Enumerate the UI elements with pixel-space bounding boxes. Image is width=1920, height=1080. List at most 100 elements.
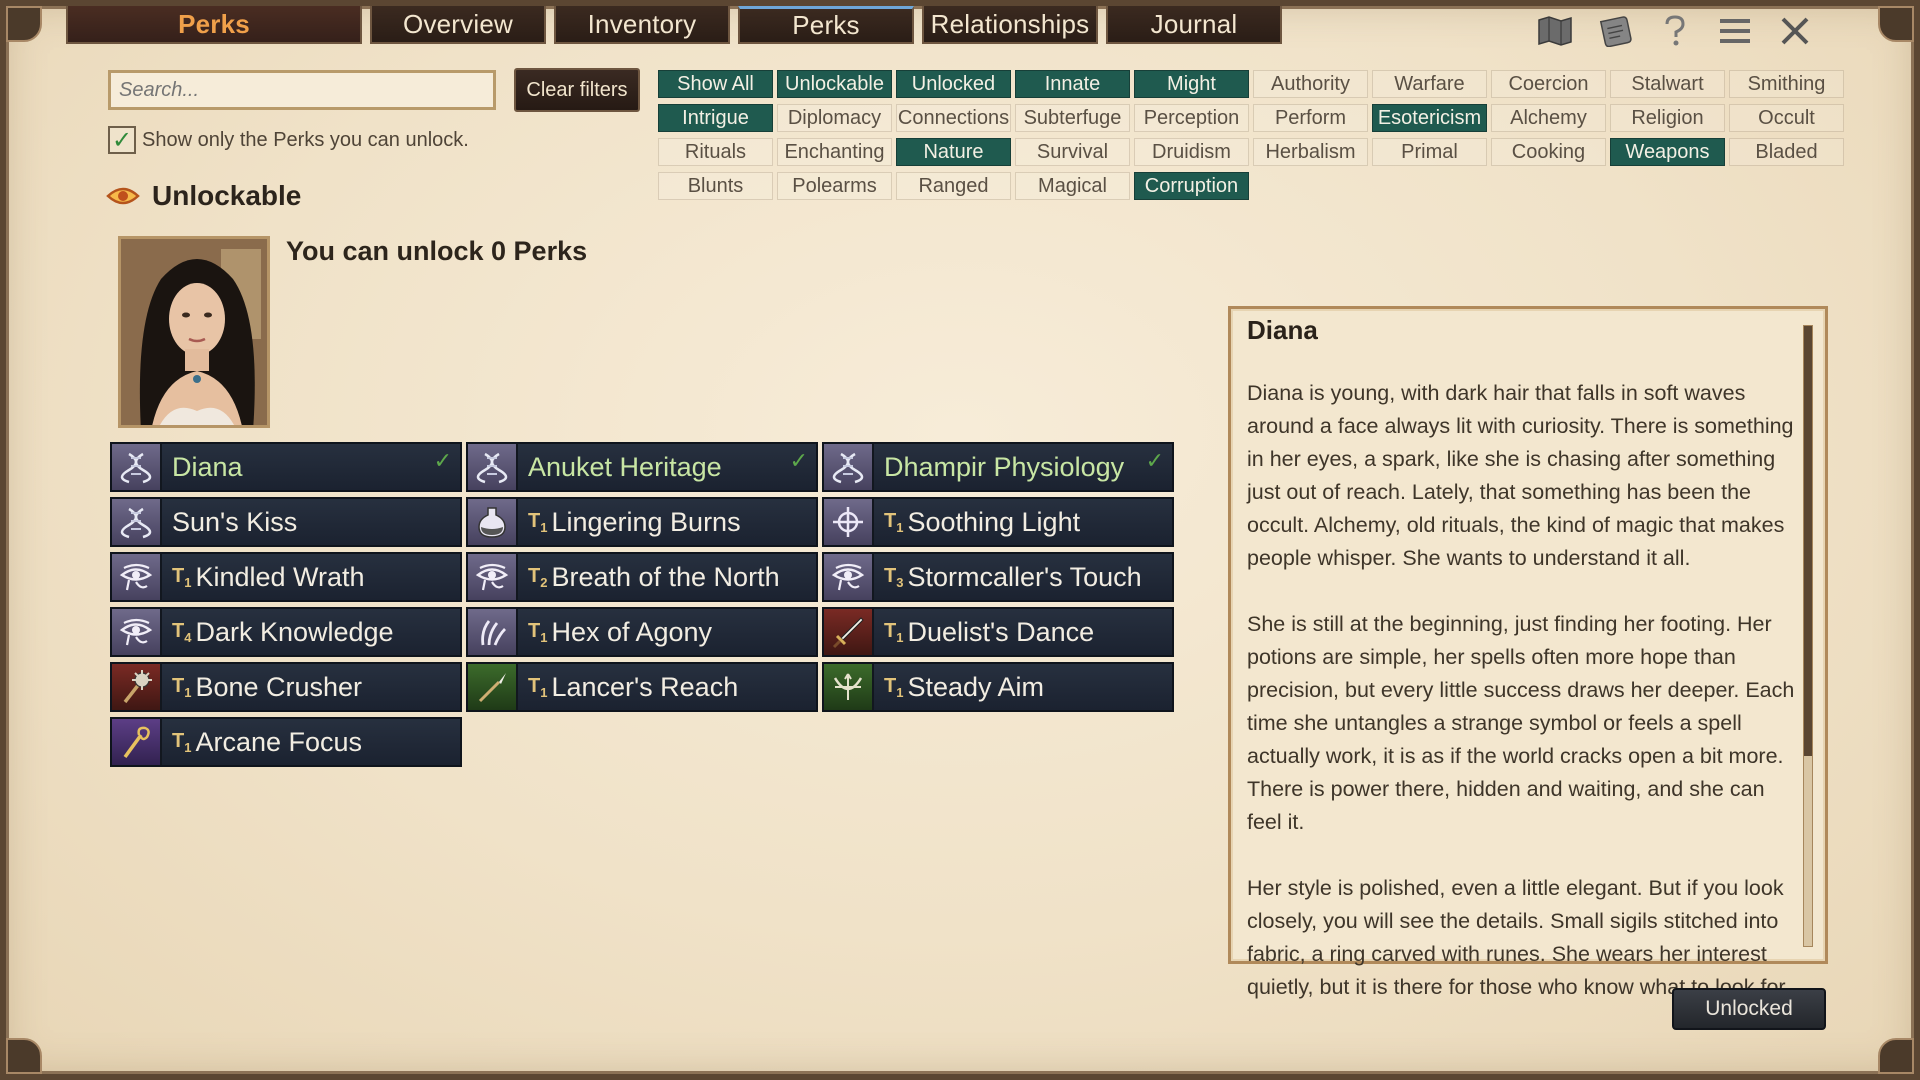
dna-icon [468,444,518,490]
filter-perform[interactable]: Perform [1253,104,1368,132]
filter-connections[interactable]: Connections [896,104,1011,132]
filter-subterfuge[interactable]: Subterfuge [1015,104,1130,132]
checkmark-icon: ✓ [789,448,808,473]
menu-icon[interactable] [1716,14,1754,48]
scrollbar-thumb[interactable] [1804,326,1812,756]
filter-weapons[interactable]: Weapons [1610,138,1725,166]
eye-of-horus-icon [112,554,162,600]
perk-item[interactable]: T1 Hex of Agony [466,607,818,657]
perk-tier-number: 1 [540,519,548,535]
filter-esotericism[interactable]: Esotericism [1372,104,1487,132]
dna-icon [824,444,874,490]
perk-name: Hex of Agony [551,616,713,647]
filter-herbalism[interactable]: Herbalism [1253,138,1368,166]
filter-show-all[interactable]: Show All [658,70,773,98]
filter-innate[interactable]: Innate [1015,70,1130,98]
filter-bladed[interactable]: Bladed [1729,138,1844,166]
tab-inventory[interactable]: Inventory [554,6,730,44]
checkbox[interactable]: ✓ [108,126,136,154]
perk-tier: T1 [172,729,192,755]
sword-icon [824,609,874,655]
unlocked-button[interactable]: Unlocked [1672,988,1826,1030]
perk-item[interactable]: T1 Arcane Focus [110,717,462,767]
help-icon[interactable] [1656,14,1694,48]
perk-tier: T3 [884,564,904,590]
perk-item[interactable]: T1 Steady Aim [822,662,1174,712]
dna-icon [112,499,162,545]
filter-cooking[interactable]: Cooking [1491,138,1606,166]
perk-item[interactable]: T1 Bone Crusher [110,662,462,712]
perk-item[interactable]: Diana ✓ [110,442,462,492]
perk-tier-number: 1 [896,519,904,535]
tab-journal[interactable]: Journal [1106,6,1282,44]
filter-corruption[interactable]: Corruption [1134,172,1249,200]
eye-of-horus-icon [468,554,518,600]
checkmark-icon: ✓ [1145,448,1164,473]
filter-occult[interactable]: Occult [1729,104,1844,132]
filter-survival[interactable]: Survival [1015,138,1130,166]
filter-magical[interactable]: Magical [1015,172,1130,200]
search-input[interactable] [108,70,496,110]
bow-icon [824,664,874,710]
perk-item[interactable]: T1 Lingering Burns [466,497,818,547]
filter-religion[interactable]: Religion [1610,104,1725,132]
window-frame: Perks Overview Inventory Perks Relations… [0,0,1920,1080]
perk-item[interactable]: T1 Kindled Wrath [110,552,462,602]
perk-item[interactable]: Sun's Kiss [110,497,462,547]
filter-druidism[interactable]: Druidism [1134,138,1249,166]
filter-unlockable[interactable]: Unlockable [777,70,892,98]
tab-relationships[interactable]: Relationships [922,6,1098,44]
perk-name: Dhampir Physiology [884,451,1125,482]
perk-tier: T1 [528,619,548,645]
perk-item[interactable]: T3 Stormcaller's Touch [822,552,1174,602]
filter-stalwart[interactable]: Stalwart [1610,70,1725,98]
perk-name: Duelist's Dance [907,616,1095,647]
perk-name: Stormcaller's Touch [907,561,1142,592]
perk-item[interactable]: T1 Soothing Light [822,497,1174,547]
filter-diplomacy[interactable]: Diplomacy [777,104,892,132]
perk-item[interactable]: T4 Dark Knowledge [110,607,462,657]
perk-item[interactable]: T2 Breath of the North [466,552,818,602]
perk-grid: Diana ✓ Anuket Heritage ✓ Dhampir Physiology… [110,442,1174,767]
tab-overview[interactable]: Overview [370,6,546,44]
description-scrollbar[interactable] [1803,325,1813,947]
filter-warfare[interactable]: Warfare [1372,70,1487,98]
map-icon[interactable] [1536,14,1574,48]
filter-polearms[interactable]: Polearms [777,172,892,200]
tab-perks[interactable]: Perks [738,6,914,44]
filter-might[interactable]: Might [1134,70,1249,98]
filter-unlocked[interactable]: Unlocked [896,70,1011,98]
only-unlockable-label: Show only the Perks you can unlock. [142,128,469,151]
description-body: Diana is young, with dark hair that fall… [1247,377,1799,1037]
scroll-icon[interactable] [1596,14,1634,48]
perk-tier: T1 [528,674,548,700]
filter-ranged[interactable]: Ranged [896,172,1011,200]
filter-rituals[interactable]: Rituals [658,138,773,166]
close-icon[interactable] [1776,14,1814,48]
character-portrait [118,236,270,428]
filter-perception[interactable]: Perception [1134,104,1249,132]
description-panel: Diana Diana is young, with dark hair tha… [1228,306,1828,999]
perk-item[interactable]: Dhampir Physiology ✓ [822,442,1174,492]
perk-tier-number: 1 [896,684,904,700]
filter-intrigue[interactable]: Intrigue [658,104,773,132]
screen-title: Perks [66,6,362,44]
only-unlockable-toggle[interactable]: ✓ Show only the Perks you can unlock. [108,126,469,154]
section-header: Unlockable [106,180,301,212]
perk-name: Arcane Focus [195,726,363,757]
clear-filters-button[interactable]: Clear filters [514,68,640,112]
description-title: Diana [1247,315,1318,345]
filter-authority[interactable]: Authority [1253,70,1368,98]
claw-icon [468,609,518,655]
filter-blunts[interactable]: Blunts [658,172,773,200]
perk-item[interactable]: Anuket Heritage ✓ [466,442,818,492]
filter-coercion[interactable]: Coercion [1491,70,1606,98]
filter-smithing[interactable]: Smithing [1729,70,1844,98]
perk-item[interactable]: T1 Duelist's Dance [822,607,1174,657]
filter-enchanting[interactable]: Enchanting [777,138,892,166]
filter-nature[interactable]: Nature [896,138,1011,166]
filter-alchemy[interactable]: Alchemy [1491,104,1606,132]
tab-bar: Perks Overview Inventory Perks Relations… [66,6,1282,44]
filter-primal[interactable]: Primal [1372,138,1487,166]
perk-item[interactable]: T1 Lancer's Reach [466,662,818,712]
